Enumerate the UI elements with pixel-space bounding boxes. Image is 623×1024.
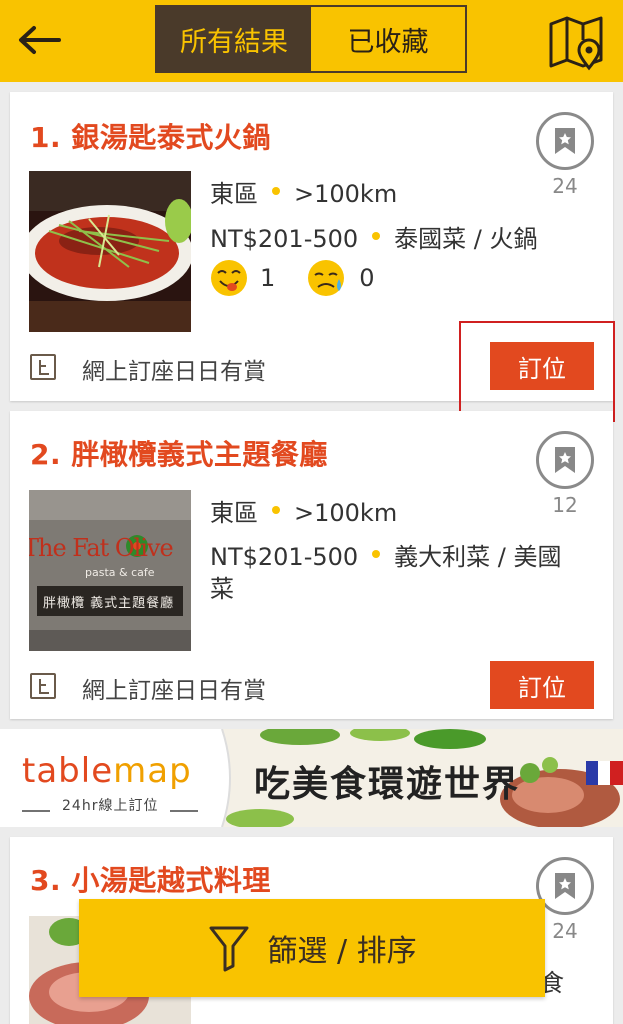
price-text: NT$201-500 — [210, 225, 359, 253]
banner-slogan: 吃美食環遊世界 — [254, 764, 521, 805]
location-line: 東區 >100km — [210, 174, 397, 209]
banner-subtitle: 24hr線上訂位 — [62, 798, 159, 814]
bookmark-count: 24 — [552, 174, 578, 198]
restaurant-title[interactable]: 1. 銀湯匙泰式火鍋 — [30, 116, 271, 156]
location-line: 東區 >100km — [210, 493, 397, 528]
photo-sign-name: The Fat Olive — [29, 534, 174, 562]
bookmark-count: 12 — [552, 493, 578, 517]
price-text: NT$201-500 — [210, 543, 359, 571]
restaurant-photo[interactable]: The Fat Olive pasta & cafe 胖橄欖 義式主題餐廳 — [29, 490, 191, 651]
yummy-face-icon — [211, 260, 247, 296]
sad-face-icon — [308, 260, 345, 296]
tab-all-results[interactable]: 所有結果 — [157, 7, 311, 71]
reward-icon — [30, 673, 56, 699]
map-pin-icon — [549, 16, 603, 71]
tablemap-logo: tablemap — [22, 751, 192, 791]
back-arrow-icon — [19, 26, 61, 54]
area-text: 東區 — [210, 499, 258, 527]
filter-sort-button[interactable]: 篩選 / 排序 — [79, 899, 545, 997]
like-count: 1 — [260, 264, 276, 292]
cuisine-continued: 菜 — [210, 575, 234, 603]
tab-saved[interactable]: 已收藏 — [311, 7, 465, 71]
back-button[interactable] — [14, 20, 64, 60]
bookmark-icon — [555, 128, 575, 154]
separator-dot — [372, 232, 381, 240]
bookmark-icon — [555, 873, 575, 899]
restaurant-card[interactable]: 2. 胖橄欖義式主題餐廳 12 The Fat Olive pasta & ca… — [10, 411, 613, 719]
logo-table: table — [22, 751, 114, 791]
book-button[interactable]: 訂位 — [490, 661, 594, 709]
distance-text: >100km — [294, 499, 398, 527]
dislike-count: 0 — [359, 264, 375, 292]
separator-dot — [272, 187, 280, 195]
area-text: 東區 — [210, 180, 258, 208]
separator-dot — [372, 550, 381, 558]
top-bar: 所有結果 已收藏 — [0, 0, 623, 82]
bookmark-icon — [555, 447, 575, 473]
photo-sign-sub: pasta & cafe — [85, 566, 155, 579]
separator-dot — [272, 506, 280, 514]
price-line: NT$201-500 義大利菜 / 美國 — [210, 537, 562, 572]
map-button[interactable] — [545, 10, 607, 72]
bookmark-button[interactable] — [536, 431, 594, 489]
funnel-icon — [209, 926, 249, 972]
highlight-frame — [459, 321, 615, 422]
reward-text: 網上訂座日日有賞 — [82, 359, 266, 385]
cuisine-text: 泰國菜 / 火鍋 — [394, 225, 538, 253]
restaurant-title[interactable]: 3. 小湯匙越式料理 — [30, 859, 271, 899]
restaurant-title[interactable]: 2. 胖橄欖義式主題餐廳 — [30, 433, 328, 473]
result-tabs: 所有結果 已收藏 — [155, 5, 467, 73]
reward-icon — [30, 354, 56, 380]
logo-map: map — [113, 751, 192, 791]
photo-sign-chinese: 胖橄欖 義式主題餐廳 — [43, 596, 175, 611]
reward-text: 網上訂座日日有賞 — [82, 678, 266, 704]
restaurant-photo[interactable] — [29, 171, 191, 332]
bookmark-button[interactable] — [536, 112, 594, 170]
promo-banner[interactable]: tablemap 24hr線上訂位 吃美食環遊世界 — [0, 729, 623, 827]
cuisine-text: 義大利菜 / 美國 — [394, 543, 562, 571]
distance-text: >100km — [294, 180, 398, 208]
price-line: NT$201-500 泰國菜 / 火鍋 — [210, 219, 538, 254]
filter-sort-label: 篩選 / 排序 — [267, 934, 417, 969]
rating-line: 1 0 — [210, 259, 375, 297]
